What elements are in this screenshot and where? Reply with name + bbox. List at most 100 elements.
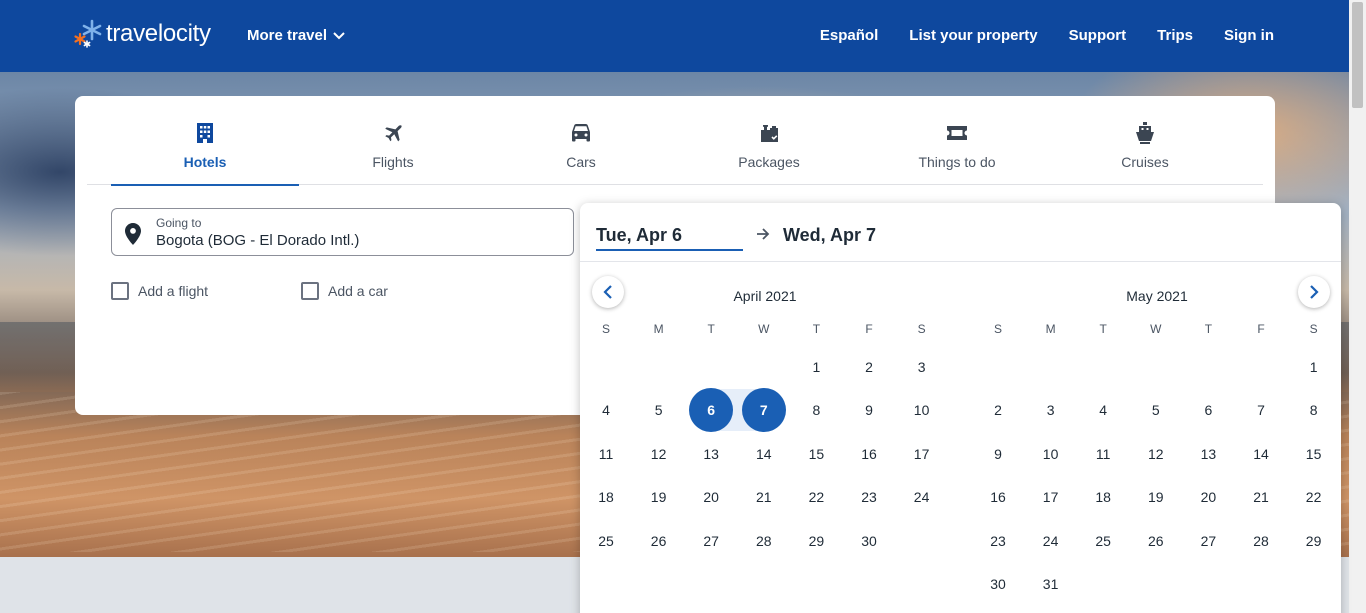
calendar-day[interactable]: 28 bbox=[1235, 520, 1287, 562]
calendar-day[interactable]: 18 bbox=[580, 476, 632, 518]
calendar-day-selected[interactable]: 6 bbox=[685, 388, 737, 433]
tab-cars[interactable]: Cars bbox=[487, 96, 675, 185]
nav-trips[interactable]: Trips bbox=[1157, 27, 1193, 44]
nav-support[interactable]: Support bbox=[1069, 27, 1127, 44]
calendar-day[interactable]: 20 bbox=[1182, 476, 1234, 518]
calendar-day[interactable]: 10 bbox=[1025, 433, 1077, 475]
nav-espanol[interactable]: Español bbox=[820, 27, 878, 44]
nav-sign-in[interactable]: Sign in bbox=[1224, 27, 1274, 44]
calendar-day[interactable]: 4 bbox=[580, 389, 632, 431]
check-in-date[interactable]: Tue, Apr 6 bbox=[596, 225, 743, 251]
tab-hotels[interactable]: Hotels bbox=[111, 96, 299, 186]
calendar-day[interactable]: 19 bbox=[633, 476, 685, 518]
travelocity-logo[interactable]: travelocity bbox=[74, 18, 211, 50]
calendar-day[interactable]: 26 bbox=[633, 520, 685, 562]
calendar-day[interactable]: 10 bbox=[896, 389, 948, 431]
calendar-day[interactable]: 2 bbox=[843, 346, 895, 388]
calendar-day[interactable]: 8 bbox=[790, 389, 842, 431]
calendar-day[interactable]: 14 bbox=[1235, 433, 1287, 475]
calendar-day[interactable]: 20 bbox=[685, 476, 737, 518]
check-out-date[interactable]: Wed, Apr 7 bbox=[783, 225, 876, 246]
calendar-day[interactable]: 9 bbox=[972, 433, 1024, 475]
calendar-day[interactable]: 25 bbox=[580, 520, 632, 562]
add-flight-option[interactable]: Add a flight bbox=[111, 282, 208, 300]
calendar-day[interactable]: 17 bbox=[1025, 476, 1077, 518]
calendar-day[interactable]: 3 bbox=[1025, 389, 1077, 431]
tab-cruises[interactable]: Cruises bbox=[1051, 96, 1239, 185]
calendar-day[interactable]: 23 bbox=[843, 476, 895, 518]
calendar-day[interactable]: 21 bbox=[1235, 476, 1287, 518]
calendar-day[interactable]: 5 bbox=[1130, 389, 1182, 431]
calendar-day[interactable]: 18 bbox=[1077, 476, 1129, 518]
calendar-day[interactable]: 23 bbox=[972, 520, 1024, 562]
tab-things-to-do[interactable]: Things to do bbox=[863, 96, 1051, 185]
scrollbar-thumb[interactable] bbox=[1352, 2, 1363, 108]
calendar-day[interactable]: 3 bbox=[896, 346, 948, 388]
calendar-day[interactable]: 1 bbox=[790, 346, 842, 388]
calendar-day[interactable]: 7 bbox=[1235, 389, 1287, 431]
tab-flights[interactable]: Flights bbox=[299, 96, 487, 185]
calendar-day[interactable]: 13 bbox=[685, 433, 737, 475]
more-travel-menu[interactable]: More travel bbox=[247, 27, 345, 44]
calendar-day-selected[interactable]: 7 bbox=[738, 388, 790, 433]
calendar-day[interactable]: 26 bbox=[1130, 520, 1182, 562]
add-flight-checkbox[interactable] bbox=[111, 282, 129, 300]
calendar-day[interactable]: 1 bbox=[1288, 346, 1340, 388]
going-to-field[interactable]: Going to Bogota (BOG - El Dorado Intl.) bbox=[111, 208, 574, 256]
calendar-day[interactable]: 28 bbox=[738, 520, 790, 562]
calendar-day-number: 10 bbox=[913, 402, 930, 419]
calendar-day[interactable]: 6 bbox=[1182, 389, 1234, 431]
calendar-day[interactable]: 2 bbox=[972, 389, 1024, 431]
add-car-checkbox[interactable] bbox=[301, 282, 319, 300]
calendar-day[interactable]: 13 bbox=[1182, 433, 1234, 475]
calendar-day-number: 22 bbox=[1305, 489, 1322, 506]
calendar-day[interactable]: 27 bbox=[1182, 520, 1234, 562]
date-picker-dialog: Tue, Apr 6 Wed, Apr 7 April 2021 S M T W T F S… bbox=[580, 203, 1341, 613]
calendar-day-number: 16 bbox=[990, 489, 1006, 506]
calendar-day[interactable]: 24 bbox=[896, 476, 948, 518]
calendar-day[interactable]: 22 bbox=[1288, 476, 1340, 518]
calendar-day[interactable]: 4 bbox=[1077, 389, 1129, 431]
calendar-day[interactable]: 31 bbox=[1025, 563, 1077, 605]
calendar-day[interactable]: 30 bbox=[843, 520, 895, 562]
calendar-day[interactable]: 17 bbox=[896, 433, 948, 475]
calendar-day-number: 17 bbox=[913, 445, 930, 462]
calendar-day[interactable]: 16 bbox=[843, 433, 895, 475]
calendar-day[interactable]: 12 bbox=[633, 433, 685, 475]
calendar-day[interactable]: 5 bbox=[633, 389, 685, 431]
tab-things-to-do-label: Things to do bbox=[918, 154, 996, 170]
ticket-icon bbox=[945, 121, 969, 145]
calendar-day-number: 6 bbox=[1204, 402, 1213, 419]
calendar-day[interactable]: 12 bbox=[1130, 433, 1182, 475]
calendar-day[interactable]: 14 bbox=[738, 433, 790, 475]
calendar-day[interactable]: 29 bbox=[790, 520, 842, 562]
calendar-day[interactable]: 11 bbox=[1077, 433, 1129, 475]
calendar-day[interactable]: 21 bbox=[738, 476, 790, 518]
add-car-option[interactable]: Add a car bbox=[301, 282, 388, 300]
page-scrollbar[interactable] bbox=[1349, 0, 1366, 613]
going-to-label: Going to bbox=[156, 216, 202, 230]
calendar-day[interactable]: 19 bbox=[1130, 476, 1182, 518]
calendar-day-number: 4 bbox=[602, 402, 610, 419]
car-icon bbox=[569, 121, 593, 145]
calendar-day-number: 9 bbox=[865, 402, 873, 419]
going-to-value: Bogota (BOG - El Dorado Intl.) bbox=[156, 232, 360, 249]
calendar-day[interactable]: 25 bbox=[1077, 520, 1129, 562]
calendar-day[interactable]: 15 bbox=[790, 433, 842, 475]
calendar-day[interactable]: 16 bbox=[972, 476, 1024, 518]
calendar-day[interactable]: 24 bbox=[1025, 520, 1077, 562]
calendar-day[interactable]: 11 bbox=[580, 433, 632, 475]
calendar-day-number: 29 bbox=[1305, 532, 1322, 549]
nav-list-your-property[interactable]: List your property bbox=[909, 27, 1037, 44]
calendar-day[interactable]: 27 bbox=[685, 520, 737, 562]
calendar-day[interactable]: 30 bbox=[972, 563, 1024, 605]
calendar-day[interactable]: 8 bbox=[1288, 389, 1340, 431]
calendar-day-number: 12 bbox=[650, 445, 667, 462]
calendar-day[interactable]: 22 bbox=[790, 476, 842, 518]
calendar-day[interactable]: 29 bbox=[1288, 520, 1340, 562]
calendar-day[interactable]: 15 bbox=[1288, 433, 1340, 475]
calendar-day-number: 11 bbox=[598, 445, 614, 462]
tab-packages[interactable]: Packages bbox=[675, 96, 863, 185]
calendar-day-number: 16 bbox=[861, 445, 877, 462]
calendar-day[interactable]: 9 bbox=[843, 389, 895, 431]
